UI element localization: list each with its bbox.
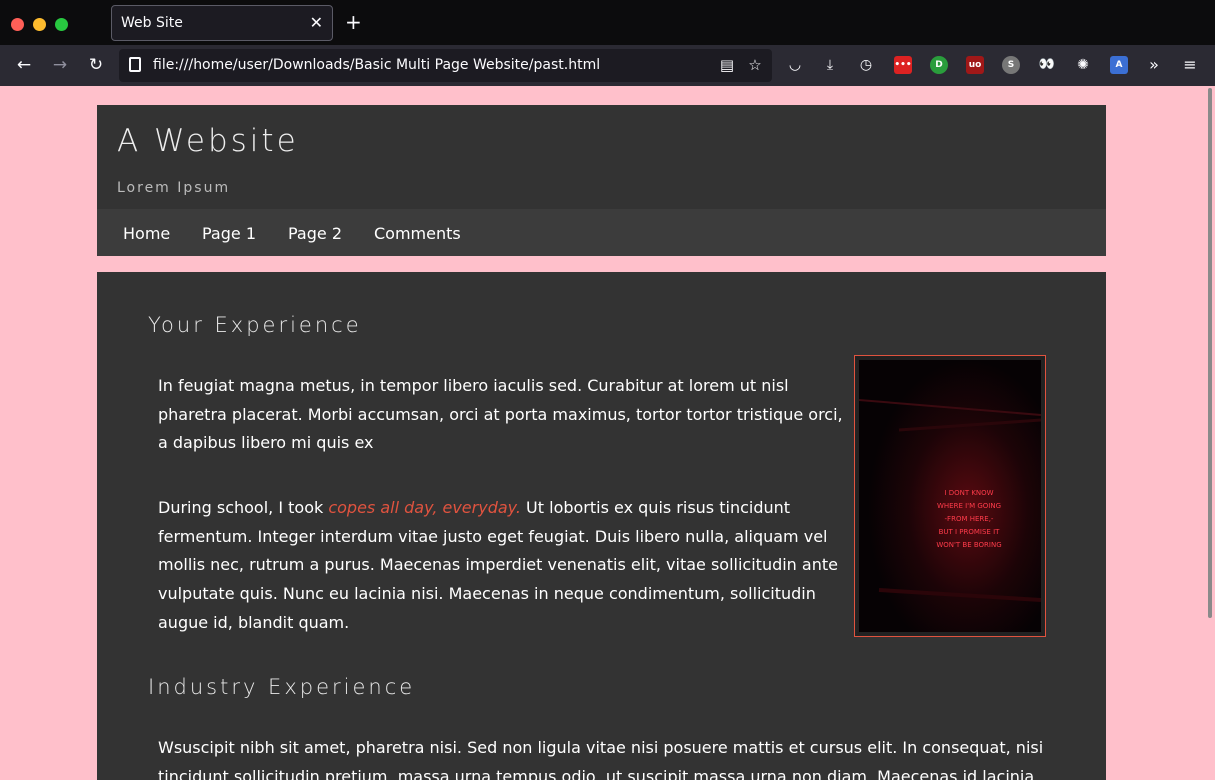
tab-title: Web Site <box>121 15 183 31</box>
paragraph-school-prefix: During school, I took <box>158 498 329 517</box>
neon-sign-photo: I DONT KNOW WHERE I'M GOING -FROM HERE,-… <box>854 355 1046 637</box>
extension-green-icon[interactable]: D <box>930 56 948 74</box>
sign-line-1: I DONT KNOW <box>944 489 993 497</box>
back-icon[interactable]: ← <box>14 55 34 75</box>
extension-ublock-icon[interactable]: uo <box>966 56 984 74</box>
window-maximize-button[interactable] <box>55 18 68 31</box>
nav-link-page-1[interactable]: Page 1 <box>202 224 256 243</box>
browser-toolbar: ← → ↻ file:///home/user/Downloads/Basic … <box>0 45 1215 86</box>
paragraph-intro: In feugiat magna metus, in tempor libero… <box>158 376 843 453</box>
neon-sign-image: I DONT KNOW WHERE I'M GOING -FROM HERE,-… <box>859 360 1041 632</box>
reader-view-icon[interactable]: ▤ <box>718 56 736 74</box>
courses-link[interactable]: copes all day, everyday. <box>328 498 521 517</box>
page-scrollbar[interactable] <box>1205 86 1215 780</box>
paragraph-school: During school, I took copes all day, eve… <box>158 494 848 638</box>
extension-translate-icon[interactable]: A <box>1110 56 1128 74</box>
new-tab-icon[interactable]: + <box>345 11 362 33</box>
neon-sign-illustration: I DONT KNOW WHERE I'M GOING -FROM HERE,-… <box>859 360 1041 632</box>
sign-line-4: BUT I PROMISE IT <box>939 528 1001 536</box>
downloads-icon[interactable]: ⤓ <box>821 56 839 74</box>
browser-titlebar: Web Site ✕ + <box>0 0 1215 45</box>
more-tools-chevron-icon[interactable]: » <box>1145 56 1163 74</box>
main-content: Your Experience In feugiat magna metus, … <box>97 272 1106 780</box>
hamburger-menu-icon[interactable]: ≡ <box>1181 56 1199 74</box>
history-icon[interactable]: ◷ <box>857 56 875 74</box>
site-header: A Website Lorem Ipsum Home Page 1 Page 2… <box>97 105 1106 256</box>
scrollbar-thumb[interactable] <box>1208 88 1212 618</box>
extension-privacy-icon[interactable]: 👀 <box>1038 56 1056 74</box>
nav-link-comments[interactable]: Comments <box>374 224 461 243</box>
sign-line-5: WON'T BE BORING <box>936 541 1001 549</box>
nav-link-page-2[interactable]: Page 2 <box>288 224 342 243</box>
address-bar[interactable]: file:///home/user/Downloads/Basic Multi … <box>119 49 772 82</box>
section-title-industry-experience: Industry Experience <box>148 675 416 699</box>
extension-s-icon[interactable]: S <box>1002 56 1020 74</box>
extension-globe-icon[interactable]: ✺ <box>1074 56 1092 74</box>
sign-line-2: WHERE I'M GOING <box>937 502 1001 510</box>
url-text[interactable]: file:///home/user/Downloads/Basic Multi … <box>153 57 600 73</box>
reload-icon[interactable]: ↻ <box>86 55 106 75</box>
window-close-button[interactable] <box>11 18 24 31</box>
window-minimize-button[interactable] <box>33 18 46 31</box>
paragraph-industry: Wsuscipit nibh sit amet, pharetra nisi. … <box>158 738 1044 780</box>
sign-line-3: -FROM HERE,- <box>945 515 994 523</box>
extension-lastpass-icon[interactable]: ••• <box>894 56 912 74</box>
site-title: A Website <box>117 123 299 159</box>
browser-tab[interactable]: Web Site ✕ <box>111 5 333 41</box>
page-icon <box>129 57 141 72</box>
pocket-icon[interactable]: ◡ <box>786 56 804 74</box>
nav-link-home[interactable]: Home <box>123 224 170 243</box>
close-tab-icon[interactable]: ✕ <box>310 13 323 32</box>
section-title-your-experience: Your Experience <box>148 313 362 337</box>
paragraph-school-suffix: Ut lobortis ex quis risus tincidunt ferm… <box>158 498 838 632</box>
forward-icon[interactable]: → <box>50 55 70 75</box>
bookmark-star-icon[interactable]: ☆ <box>746 56 764 74</box>
site-navbar: Home Page 1 Page 2 Comments <box>97 209 1106 256</box>
site-subtitle: Lorem Ipsum <box>117 180 231 196</box>
